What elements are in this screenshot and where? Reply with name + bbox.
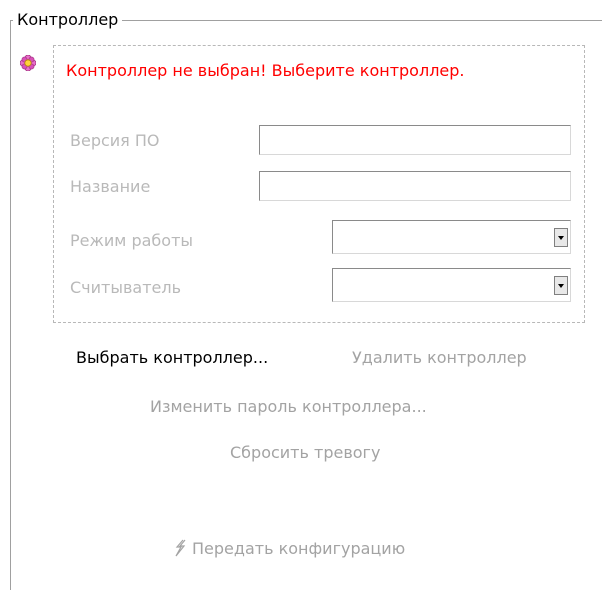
reader-label: Считыватель — [70, 278, 182, 297]
name-label: Название — [70, 177, 151, 196]
select-controller-link[interactable]: Выбрать контроллер... — [76, 347, 268, 369]
lightning-icon — [172, 539, 188, 557]
groupbox-title: Контроллер — [13, 10, 123, 30]
change-password-link[interactable]: Изменить пароль контроллера... — [150, 396, 427, 418]
reset-alarm-link[interactable]: Сбросить тревогу — [230, 442, 380, 464]
transfer-config-link[interactable]: Передать конфигурацию — [192, 538, 405, 560]
name-field[interactable] — [259, 171, 571, 201]
delete-controller-link[interactable]: Удалить контроллер — [352, 347, 527, 369]
firmware-field[interactable] — [259, 125, 571, 155]
chevron-down-icon[interactable] — [554, 276, 568, 295]
chevron-down-icon[interactable] — [554, 228, 568, 247]
gear-flower-icon — [19, 54, 37, 72]
mode-label: Режим работы — [70, 231, 194, 250]
reader-select[interactable] — [332, 268, 571, 302]
firmware-label: Версия ПО — [70, 131, 160, 150]
mode-select[interactable] — [332, 220, 571, 254]
error-message: Контроллер не выбран! Выберите контролле… — [66, 61, 465, 80]
